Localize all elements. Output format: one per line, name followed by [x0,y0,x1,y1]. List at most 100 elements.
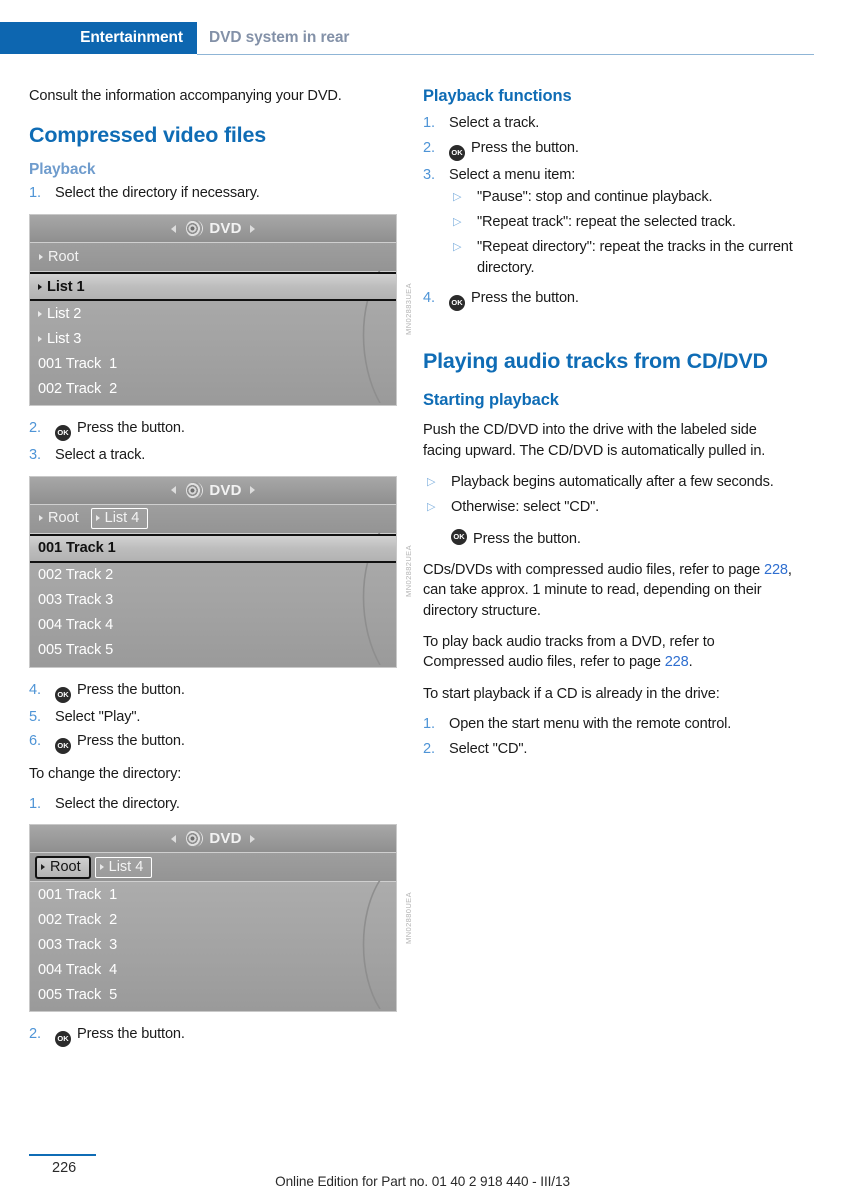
list-item[interactable]: 002 Track 2 [30,563,396,588]
list-item[interactable]: 001 Track 1 [30,351,396,376]
chevron-right-icon [38,335,42,342]
dvd-list-body: 001 Track 1 002 Track 2 003 Track 3 004 … [30,880,396,1012]
list-item: 1. Select the directory if necessary. [29,183,401,204]
ok-button-icon: OK [449,144,465,161]
breadcrumb-item-list4[interactable]: List 4 [94,856,153,878]
header-chapter-label: Entertainment [80,29,183,46]
step-number: 2. [29,420,41,436]
footer-divider [29,1154,96,1157]
playback-step-list: 1. Select the directory if necessary. [29,183,401,204]
figure-dvd-browser-root-selected: DVD Root List 4 001 Track 1 002 Track 2 … [29,824,413,1013]
step-number: 5. [29,708,41,725]
step-text-label: Press the button. [77,681,185,698]
start-playback-lead: To start playback if a CD is already in … [423,685,720,702]
dvd-source-title: DVD [209,220,242,237]
list-item[interactable]: 005 Track 5 [30,982,396,1007]
subitem-label: "Repeat directory": repeat the tracks in… [477,239,793,276]
list-item: 2. OK Press the button. [29,418,401,441]
step-number: 1. [423,115,435,131]
triangle-bullet-icon: ▷ [453,191,462,204]
list-item[interactable]: 002 Track 2 [30,376,396,401]
step-text: OK Press the button. [55,731,401,755]
heading-compressed-video-files: Compressed video files [29,123,266,148]
heading-starting-playback: Starting playback [423,391,559,410]
list-item-label: List 1 [47,278,85,295]
cds-paragraph-part-a: CDs/DVDs with compressed audio files, re… [423,561,764,578]
chevron-right-icon [38,310,42,317]
breadcrumb: Root [30,243,396,272]
next-source-arrow-icon[interactable] [249,486,255,495]
step-text-label: Select a menu item: [449,166,576,183]
previous-source-arrow-icon[interactable] [171,224,177,233]
dvd-source-title: DVD [209,481,242,499]
list-item[interactable]: List 3 [30,326,396,351]
push-cd-paragraph: Push the CD/DVD into the drive with the … [423,422,766,459]
list-item[interactable]: List 1 [30,272,396,301]
list-item[interactable]: 004 Track 4 [30,957,396,982]
triangle-bullet-icon: ▷ [427,501,436,514]
change-directory-step-list: 1. Select the directory. [29,794,401,815]
step-text: Select a track. [449,115,540,131]
change-directory-lead: To change the directory: [29,766,182,783]
list-item[interactable]: 002 Track 2 [30,907,396,932]
intro-paragraph: Consult the information accompanying you… [29,88,342,104]
list-item[interactable]: 001 Track 1 [30,533,396,563]
dvd-source-title: DVD [209,830,242,848]
list-item: ▷ "Repeat track": repeat the selected tr… [449,212,795,233]
ok-button-icon: OK [55,1031,71,1048]
list-item[interactable]: List 2 [30,301,396,326]
disc-icon [186,830,204,848]
step-number: 3. [423,166,435,183]
step-text: Select the directory if necessary. [55,185,260,202]
breadcrumb-label: Root [50,858,81,875]
ok-button-icon: OK [55,425,71,441]
chevron-right-icon [39,253,43,260]
breadcrumb-item-root[interactable]: Root [35,855,91,879]
list-item[interactable]: 001 Track 1 [30,882,396,907]
step-text: OK Press the button. [55,1024,401,1048]
ok-button-icon: OK [451,529,467,546]
dvd-list-body: 001 Track 1 002 Track 2 003 Track 3 004 … [30,531,396,667]
ok-button-icon: OK [449,295,465,312]
list-item-label: List 2 [47,305,82,322]
step-number: 3. [29,447,41,463]
next-source-arrow-icon[interactable] [249,224,255,233]
menu-item-sublist: ▷ "Pause": stop and continue playback. ▷… [449,187,795,278]
previous-source-arrow-icon[interactable] [171,834,177,843]
header-divider [197,54,814,56]
previous-source-arrow-icon[interactable] [171,486,177,495]
list-item[interactable]: 003 Track 3 [30,588,396,613]
list-item: 4. OK Press the button. [29,680,401,703]
breadcrumb-item-root[interactable]: Root [35,247,87,268]
list-item: 1. Select the directory. [29,794,401,815]
page-reference-link[interactable]: 228 [665,654,689,670]
step-number: 2. [423,740,435,757]
dvd-entry-list: 001 Track 1 002 Track 2 003 Track 3 004 … [30,533,396,663]
subitem-label: Otherwise: select "CD". [451,499,600,516]
step-text-label: Press the button. [77,733,185,750]
list-item: ▷ Playback begins automatically after a … [423,472,795,493]
breadcrumb-label: Root [48,248,79,265]
list-item[interactable]: 004 Track 4 [30,613,396,638]
next-source-arrow-icon[interactable] [249,834,255,843]
chevron-right-icon [99,863,104,870]
page-header: Entertainment DVD system in rear [0,22,845,54]
list-item-label: 005 Track 5 [38,642,114,659]
step-text: Select a menu item: ▷ "Pause": stop and … [449,165,795,283]
list-item[interactable]: 003 Track 3 [30,932,396,957]
dvd-paragraph-part-b: . [688,654,693,671]
right-column: Playback functions 1. Select a track. 2.… [423,86,795,769]
playback-functions-step-list: 1. Select a track. 2. OK Press the button… [423,113,795,312]
figure-dvd-browser-tracks: DVD Root List 4 001 Track 1 002 Track 2 … [29,475,413,668]
breadcrumb-item-root[interactable]: Root [35,508,87,529]
list-item[interactable]: 005 Track 5 [30,638,396,663]
breadcrumb-label: Root [48,510,79,527]
step-text-label: Press the button. [77,1026,185,1043]
dvd-titlebar: DVD [30,476,396,505]
list-item: 2. Select "CD". [423,739,795,760]
breadcrumb-item-list4[interactable]: List 4 [90,508,149,530]
list-item-label: 002 Track 2 [38,911,118,928]
page-reference-link[interactable]: 228 [764,562,788,578]
breadcrumb: Root List 4 [30,504,396,534]
list-item: 5. Select "Play". [29,707,401,728]
